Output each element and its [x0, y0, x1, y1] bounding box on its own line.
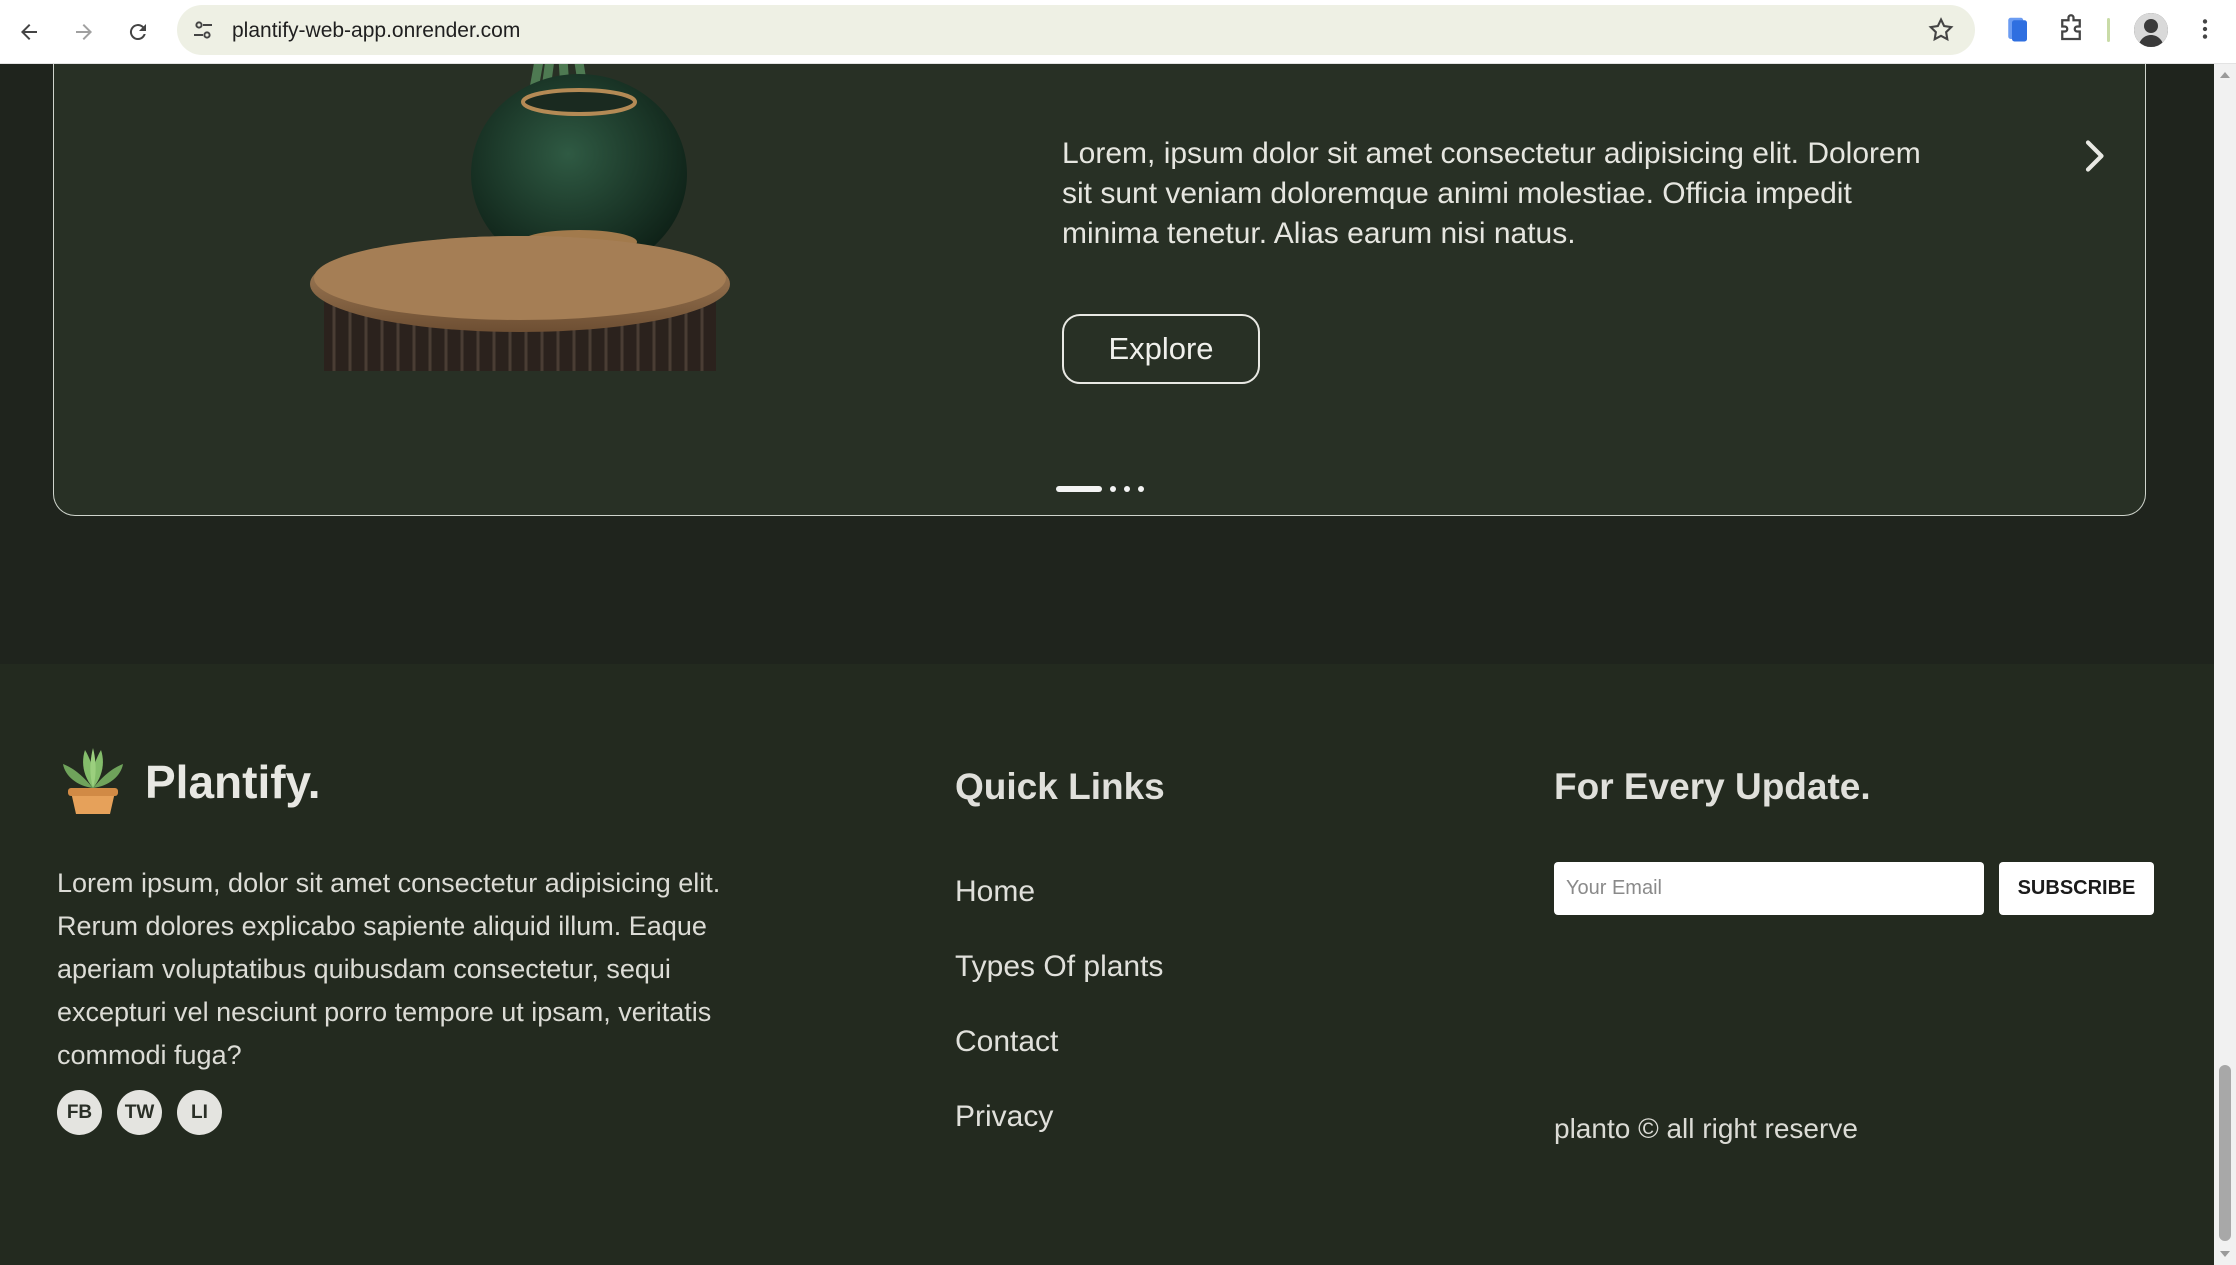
- copyright-text: planto © all right reserve: [1554, 1113, 1858, 1144]
- footer-link-privacy[interactable]: Privacy: [955, 1097, 1163, 1136]
- quick-links-nav: Home Types Of plants Contact Privacy: [955, 872, 1163, 1136]
- bookmark-star-icon[interactable]: [1927, 16, 1955, 44]
- reload-icon: [129, 24, 146, 41]
- hero-description: Lorem, ipsum dolor sit amet consectetur …: [1062, 137, 1921, 250]
- page-viewport: Lorem, ipsum dolor sit amet consectetur …: [0, 64, 2214, 1265]
- scrollbar-thumb[interactable]: [2219, 1065, 2231, 1241]
- scroll-down-arrow-icon[interactable]: [2219, 1249, 2231, 1259]
- footer-link-types-of-plants[interactable]: Types Of plants: [955, 947, 1163, 986]
- footer-brand[interactable]: Plantify.: [57, 746, 321, 818]
- url-text: plantify-web-app.onrender.com: [232, 19, 521, 42]
- carousel-dot[interactable]: [1138, 486, 1144, 492]
- toolbar-divider: [2107, 18, 2110, 42]
- extension-icon[interactable]: [2002, 14, 2032, 44]
- social-links: FB TW LI: [57, 1090, 222, 1135]
- arrow-left-icon: [21, 24, 37, 40]
- twitter-link[interactable]: TW: [117, 1090, 162, 1135]
- carousel-dot[interactable]: [1124, 486, 1130, 492]
- subscribe-button[interactable]: SUBSCRIBE: [1999, 862, 2154, 915]
- carousel-dot[interactable]: [1110, 486, 1116, 492]
- puzzle-icon[interactable]: [2056, 14, 2086, 44]
- footer-link-home[interactable]: Home: [955, 872, 1163, 911]
- quick-links-title: Quick Links: [955, 766, 1165, 807]
- browser-toolbar: plantify-web-app.onrender.com: [0, 0, 2236, 64]
- menu-kebab-icon[interactable]: [2192, 14, 2218, 44]
- facebook-link[interactable]: FB: [57, 1090, 102, 1135]
- site-footer: Plantify. Lorem ipsum, dolor sit amet co…: [0, 664, 2214, 1265]
- carousel-dot-active[interactable]: [1056, 486, 1102, 492]
- plant-product-image: [310, 64, 730, 371]
- avatar-image-icon: [2134, 13, 2168, 47]
- forward-button[interactable]: [64, 12, 104, 52]
- site-settings-icon[interactable]: [191, 18, 215, 42]
- back-button[interactable]: [9, 12, 49, 52]
- explore-button[interactable]: Explore: [1062, 314, 1260, 384]
- page-scrollbar[interactable]: [2214, 64, 2236, 1265]
- succulent-pot-icon: [63, 748, 123, 814]
- email-field[interactable]: [1554, 862, 1984, 915]
- arrow-right-icon: [76, 24, 92, 40]
- chevron-right-icon[interactable]: [2076, 136, 2112, 176]
- scroll-up-arrow-icon[interactable]: [2219, 70, 2231, 80]
- linkedin-link[interactable]: LI: [177, 1090, 222, 1135]
- address-bar[interactable]: plantify-web-app.onrender.com: [177, 5, 1975, 55]
- reload-button[interactable]: [118, 12, 158, 52]
- hero-carousel: Lorem, ipsum dolor sit amet consectetur …: [53, 64, 2146, 516]
- footer-link-contact[interactable]: Contact: [955, 1022, 1163, 1061]
- profile-avatar[interactable]: [2134, 13, 2168, 47]
- newsletter-title: For Every Update.: [1554, 766, 1871, 807]
- footer-about-text: Lorem ipsum, dolor sit amet consectetur …: [57, 868, 721, 1070]
- brand-name: Plantify.: [145, 756, 321, 808]
- carousel-indicators: [1056, 486, 1144, 492]
